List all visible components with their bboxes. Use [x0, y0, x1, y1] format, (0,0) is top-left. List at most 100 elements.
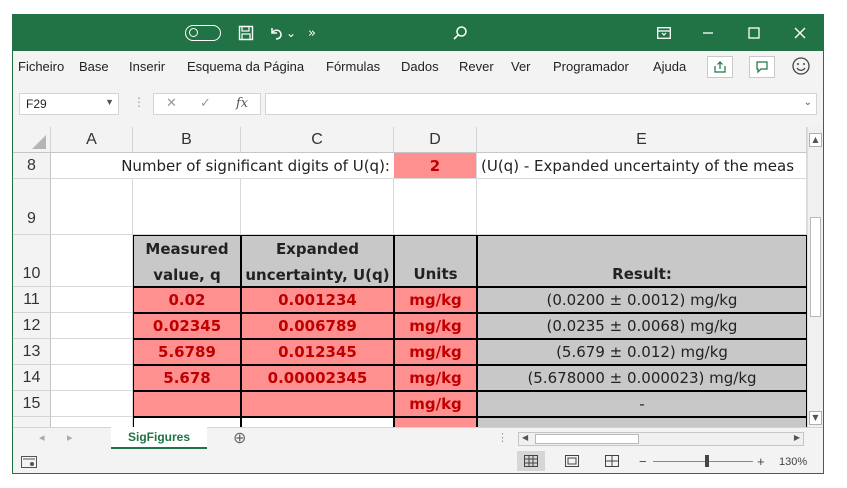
sheet-tab-sigfigures[interactable]: SigFigures: [111, 427, 207, 449]
expand-formula-icon[interactable]: ⌄: [804, 97, 812, 108]
cell-e9[interactable]: [477, 179, 807, 235]
measured-value-header[interactable]: Measured value, q: [133, 235, 241, 287]
measured-value-cell[interactable]: 5.678: [133, 365, 241, 391]
autosave-toggle[interactable]: [185, 25, 221, 41]
row-header-12[interactable]: 12: [13, 313, 51, 339]
column-header-e[interactable]: E: [477, 127, 807, 153]
units-cell[interactable]: mg/kg: [394, 287, 477, 313]
row-header-16[interactable]: [13, 417, 51, 427]
expanded-uncertainty-header[interactable]: Expanded uncertainty, U(q): [241, 235, 394, 287]
significant-digits-label[interactable]: Number of significant digits of U(q):: [51, 153, 394, 179]
ribbon-display-icon[interactable]: [653, 15, 675, 51]
uncertainty-cell[interactable]: 0.006789: [241, 313, 394, 339]
menu-formulas[interactable]: Fórmulas: [326, 59, 380, 74]
units-cell[interactable]: mg/kg: [394, 339, 477, 365]
undo-dropdown-icon[interactable]: ⌄: [285, 15, 297, 51]
significant-digits-input[interactable]: 2: [394, 153, 477, 179]
share-button[interactable]: [707, 56, 733, 78]
vertical-scrollbar[interactable]: ▲ ▼: [807, 127, 823, 427]
measured-value-cell[interactable]: 0.02345: [133, 313, 241, 339]
cell-b16[interactable]: [133, 417, 241, 427]
uncertainty-cell[interactable]: [241, 391, 394, 417]
zoom-in-icon[interactable]: +: [757, 454, 765, 469]
page-layout-icon[interactable]: [565, 455, 579, 470]
column-header-c[interactable]: C: [241, 127, 394, 153]
name-box[interactable]: F29 ▼: [19, 93, 119, 115]
zoom-slider[interactable]: [653, 461, 753, 462]
more-commands-icon[interactable]: »: [305, 15, 319, 51]
cell-e16[interactable]: [477, 417, 807, 427]
result-cell[interactable]: (0.0235 ± 0.0068) mg/kg: [477, 313, 807, 339]
cell-a12[interactable]: [51, 313, 133, 339]
comments-button[interactable]: [749, 56, 775, 78]
save-icon[interactable]: [235, 15, 257, 51]
menu-base[interactable]: Base: [79, 59, 109, 74]
result-cell[interactable]: (5.678000 ± 0.000023) mg/kg: [477, 365, 807, 391]
scroll-down-icon[interactable]: ▼: [809, 411, 822, 425]
search-icon[interactable]: [449, 15, 471, 51]
cell-b9[interactable]: [133, 179, 241, 235]
vertical-scroll-thumb[interactable]: [810, 217, 821, 317]
add-sheet-icon[interactable]: ⊕: [233, 428, 246, 448]
scroll-left-icon[interactable]: ◀: [522, 433, 528, 442]
minimize-icon[interactable]: [697, 15, 719, 51]
cell-d9[interactable]: [394, 179, 477, 235]
smiley-icon[interactable]: [791, 56, 811, 76]
measured-value-cell[interactable]: 0.02: [133, 287, 241, 313]
menu-dados[interactable]: Dados: [401, 59, 439, 74]
cell-a14[interactable]: [51, 365, 133, 391]
cell-a9[interactable]: [51, 179, 133, 235]
column-header-a[interactable]: A: [51, 127, 133, 153]
row-header-8[interactable]: 8: [13, 153, 51, 179]
result-cell[interactable]: -: [477, 391, 807, 417]
chevron-down-icon[interactable]: ▼: [105, 97, 114, 107]
menu-ficheiro[interactable]: Ficheiro: [18, 59, 64, 74]
uncertainty-cell[interactable]: 0.001234: [241, 287, 394, 313]
measured-value-cell[interactable]: [133, 391, 241, 417]
tab-scroll-left-icon[interactable]: ◂: [39, 431, 45, 444]
row-header-9[interactable]: 9: [13, 179, 51, 235]
tab-scroll-right-icon[interactable]: ▸: [67, 431, 73, 444]
column-header-d[interactable]: D: [394, 127, 477, 153]
menu-ver[interactable]: Ver: [511, 59, 531, 74]
cell-d16[interactable]: [394, 417, 477, 427]
menu-esquema-da-pagina[interactable]: Esquema da Página: [187, 59, 304, 74]
cell-c9[interactable]: [241, 179, 394, 235]
menu-inserir[interactable]: Inserir: [129, 59, 165, 74]
cell-a13[interactable]: [51, 339, 133, 365]
select-all-corner[interactable]: [13, 127, 51, 153]
close-icon[interactable]: [789, 15, 811, 51]
menu-ajuda[interactable]: Ajuda: [653, 59, 686, 74]
horizontal-scrollbar[interactable]: ◀ ▶: [518, 432, 804, 446]
macro-record-icon[interactable]: [21, 456, 37, 471]
row-header-10[interactable]: 10: [13, 235, 51, 287]
zoom-level[interactable]: 130%: [779, 456, 807, 468]
page-break-preview-icon[interactable]: [605, 455, 619, 470]
scroll-up-icon[interactable]: ▲: [809, 133, 822, 147]
cell-c16[interactable]: [241, 417, 394, 427]
uncertainty-cell[interactable]: 0.012345: [241, 339, 394, 365]
units-cell[interactable]: mg/kg: [394, 365, 477, 391]
enter-icon[interactable]: ✓: [200, 96, 211, 111]
result-cell[interactable]: (0.0200 ± 0.0012) mg/kg: [477, 287, 807, 313]
tab-splitter-icon[interactable]: ⋮: [497, 431, 508, 444]
cell-a11[interactable]: [51, 287, 133, 313]
menu-rever[interactable]: Rever: [459, 59, 494, 74]
formula-input[interactable]: ⌄: [265, 93, 817, 115]
row-header-11[interactable]: 11: [13, 287, 51, 313]
result-cell[interactable]: (5.679 ± 0.012) mg/kg: [477, 339, 807, 365]
units-cell[interactable]: mg/kg: [394, 391, 477, 417]
zoom-slider-thumb[interactable]: [705, 455, 709, 467]
horizontal-scroll-thumb[interactable]: [535, 434, 639, 444]
scroll-right-icon[interactable]: ▶: [794, 433, 800, 442]
units-cell[interactable]: mg/kg: [394, 313, 477, 339]
menu-programador[interactable]: Programador: [553, 59, 629, 74]
row-header-14[interactable]: 14: [13, 365, 51, 391]
units-header[interactable]: Units: [394, 235, 477, 287]
zoom-out-icon[interactable]: −: [639, 454, 647, 469]
column-header-b[interactable]: B: [133, 127, 241, 153]
uncertainty-cell[interactable]: 0.00002345: [241, 365, 394, 391]
cell-a16[interactable]: [51, 417, 133, 427]
normal-view-button[interactable]: [517, 451, 545, 471]
uncertainty-note[interactable]: (U(q) - Expanded uncertainty of the meas: [477, 153, 807, 179]
